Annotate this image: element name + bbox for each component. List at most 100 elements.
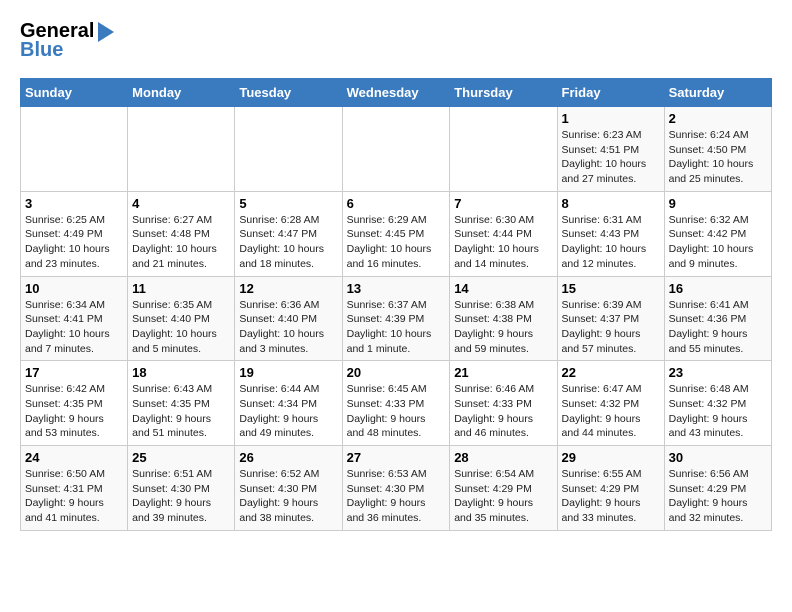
day-number: 29 [562,450,660,465]
calendar-cell: 8 Sunrise: 6:31 AM Sunset: 4:43 PM Daylig… [557,191,664,276]
day-number: 16 [669,281,767,296]
day-number: 2 [669,111,767,126]
page-header: General Blue [20,20,772,62]
calendar-cell: 28 Sunrise: 6:54 AM Sunset: 4:29 PM Dayli… [450,446,557,531]
calendar-week-row: 1Sunrise: 6:23 AM Sunset: 4:51 PM Daylig… [21,107,772,192]
calendar-cell [128,107,235,192]
calendar-cell: 25 Sunrise: 6:51 AM Sunset: 4:30 PM Dayli… [128,446,235,531]
day-number: 25 [132,450,230,465]
day-info: Sunrise: 6:42 AM Sunset: 4:35 PM Dayligh… [25,382,123,441]
day-number: 5 [239,196,337,211]
day-info: Sunrise: 6:38 AM Sunset: 4:38 PM Dayligh… [454,298,552,357]
calendar-cell [450,107,557,192]
day-info: Sunrise: 6:44 AM Sunset: 4:34 PM Dayligh… [239,382,337,441]
day-number: 19 [239,365,337,380]
calendar-cell [342,107,450,192]
calendar-cell: 14 Sunrise: 6:38 AM Sunset: 4:38 PM Dayli… [450,276,557,361]
logo: General Blue [20,20,114,62]
day-info: Sunrise: 6:32 AM Sunset: 4:42 PM Dayligh… [669,213,767,272]
day-info: Sunrise: 6:54 AM Sunset: 4:29 PM Dayligh… [454,467,552,526]
day-number: 22 [562,365,660,380]
day-info: Sunrise: 6:48 AM Sunset: 4:32 PM Dayligh… [669,382,767,441]
calendar-cell: 17 Sunrise: 6:42 AM Sunset: 4:35 PM Dayli… [21,361,128,446]
day-info: Sunrise: 6:43 AM Sunset: 4:35 PM Dayligh… [132,382,230,441]
calendar-cell: 30 Sunrise: 6:56 AM Sunset: 4:29 PM Dayli… [664,446,771,531]
calendar-cell: 10 Sunrise: 6:34 AM Sunset: 4:41 PM Dayli… [21,276,128,361]
logo-arrow-icon [98,22,114,42]
calendar-cell: 11 Sunrise: 6:35 AM Sunset: 4:40 PM Dayli… [128,276,235,361]
calendar-week-row: 24 Sunrise: 6:50 AM Sunset: 4:31 PM Dayli… [21,446,772,531]
day-info: Sunrise: 6:37 AM Sunset: 4:39 PM Dayligh… [347,298,446,357]
calendar-cell: 23Sunrise: 6:48 AM Sunset: 4:32 PM Dayli… [664,361,771,446]
day-number: 13 [347,281,446,296]
calendar-cell: 19 Sunrise: 6:44 AM Sunset: 4:34 PM Dayli… [235,361,342,446]
day-info: Sunrise: 6:27 AM Sunset: 4:48 PM Dayligh… [132,213,230,272]
day-info: Sunrise: 6:35 AM Sunset: 4:40 PM Dayligh… [132,298,230,357]
calendar-week-row: 17 Sunrise: 6:42 AM Sunset: 4:35 PM Dayli… [21,361,772,446]
day-number: 12 [239,281,337,296]
day-info: Sunrise: 6:31 AM Sunset: 4:43 PM Dayligh… [562,213,660,272]
weekday-header: Sunday [21,79,128,107]
day-info: Sunrise: 6:55 AM Sunset: 4:29 PM Dayligh… [562,467,660,526]
calendar-cell [235,107,342,192]
day-info: Sunrise: 6:50 AM Sunset: 4:31 PM Dayligh… [25,467,123,526]
calendar-cell: 24 Sunrise: 6:50 AM Sunset: 4:31 PM Dayli… [21,446,128,531]
calendar-cell: 15 Sunrise: 6:39 AM Sunset: 4:37 PM Dayli… [557,276,664,361]
day-number: 9 [669,196,767,211]
day-info: Sunrise: 6:34 AM Sunset: 4:41 PM Dayligh… [25,298,123,357]
calendar-cell: 6 Sunrise: 6:29 AM Sunset: 4:45 PM Daylig… [342,191,450,276]
calendar-cell: 18Sunrise: 6:43 AM Sunset: 4:35 PM Dayli… [128,361,235,446]
day-info: Sunrise: 6:51 AM Sunset: 4:30 PM Dayligh… [132,467,230,526]
day-number: 14 [454,281,552,296]
calendar-cell: 2 Sunrise: 6:24 AM Sunset: 4:50 PM Daylig… [664,107,771,192]
day-number: 30 [669,450,767,465]
day-info: Sunrise: 6:25 AM Sunset: 4:49 PM Dayligh… [25,213,123,272]
day-info: Sunrise: 6:24 AM Sunset: 4:50 PM Dayligh… [669,128,767,187]
day-number: 10 [25,281,123,296]
day-number: 20 [347,365,446,380]
day-number: 28 [454,450,552,465]
day-info: Sunrise: 6:39 AM Sunset: 4:37 PM Dayligh… [562,298,660,357]
calendar-cell: 21 Sunrise: 6:46 AM Sunset: 4:33 PM Dayli… [450,361,557,446]
weekday-header: Friday [557,79,664,107]
day-info: Sunrise: 6:52 AM Sunset: 4:30 PM Dayligh… [239,467,337,526]
day-number: 26 [239,450,337,465]
calendar-cell: 1Sunrise: 6:23 AM Sunset: 4:51 PM Daylig… [557,107,664,192]
day-info: Sunrise: 6:56 AM Sunset: 4:29 PM Dayligh… [669,467,767,526]
weekday-header-row: SundayMondayTuesdayWednesdayThursdayFrid… [21,79,772,107]
calendar-cell: 9 Sunrise: 6:32 AM Sunset: 4:42 PM Daylig… [664,191,771,276]
calendar-cell [21,107,128,192]
calendar-cell: 4 Sunrise: 6:27 AM Sunset: 4:48 PM Daylig… [128,191,235,276]
calendar-cell: 29 Sunrise: 6:55 AM Sunset: 4:29 PM Dayli… [557,446,664,531]
day-info: Sunrise: 6:46 AM Sunset: 4:33 PM Dayligh… [454,382,552,441]
day-number: 11 [132,281,230,296]
calendar-cell: 20 Sunrise: 6:45 AM Sunset: 4:33 PM Dayli… [342,361,450,446]
calendar-cell: 16 Sunrise: 6:41 AM Sunset: 4:36 PM Dayli… [664,276,771,361]
calendar-cell: 7 Sunrise: 6:30 AM Sunset: 4:44 PM Daylig… [450,191,557,276]
day-number: 4 [132,196,230,211]
day-number: 8 [562,196,660,211]
weekday-header: Monday [128,79,235,107]
weekday-header: Thursday [450,79,557,107]
weekday-header: Tuesday [235,79,342,107]
day-number: 17 [25,365,123,380]
day-info: Sunrise: 6:41 AM Sunset: 4:36 PM Dayligh… [669,298,767,357]
day-info: Sunrise: 6:47 AM Sunset: 4:32 PM Dayligh… [562,382,660,441]
day-info: Sunrise: 6:29 AM Sunset: 4:45 PM Dayligh… [347,213,446,272]
weekday-header: Wednesday [342,79,450,107]
day-number: 6 [347,196,446,211]
calendar-week-row: 10 Sunrise: 6:34 AM Sunset: 4:41 PM Dayli… [21,276,772,361]
day-info: Sunrise: 6:30 AM Sunset: 4:44 PM Dayligh… [454,213,552,272]
day-number: 7 [454,196,552,211]
day-number: 21 [454,365,552,380]
day-number: 15 [562,281,660,296]
calendar-cell: 22 Sunrise: 6:47 AM Sunset: 4:32 PM Dayli… [557,361,664,446]
day-info: Sunrise: 6:36 AM Sunset: 4:40 PM Dayligh… [239,298,337,357]
day-info: Sunrise: 6:45 AM Sunset: 4:33 PM Dayligh… [347,382,446,441]
calendar-cell: 26 Sunrise: 6:52 AM Sunset: 4:30 PM Dayli… [235,446,342,531]
day-number: 24 [25,450,123,465]
calendar-cell: 13 Sunrise: 6:37 AM Sunset: 4:39 PM Dayli… [342,276,450,361]
weekday-header: Saturday [664,79,771,107]
day-info: Sunrise: 6:53 AM Sunset: 4:30 PM Dayligh… [347,467,446,526]
day-number: 27 [347,450,446,465]
